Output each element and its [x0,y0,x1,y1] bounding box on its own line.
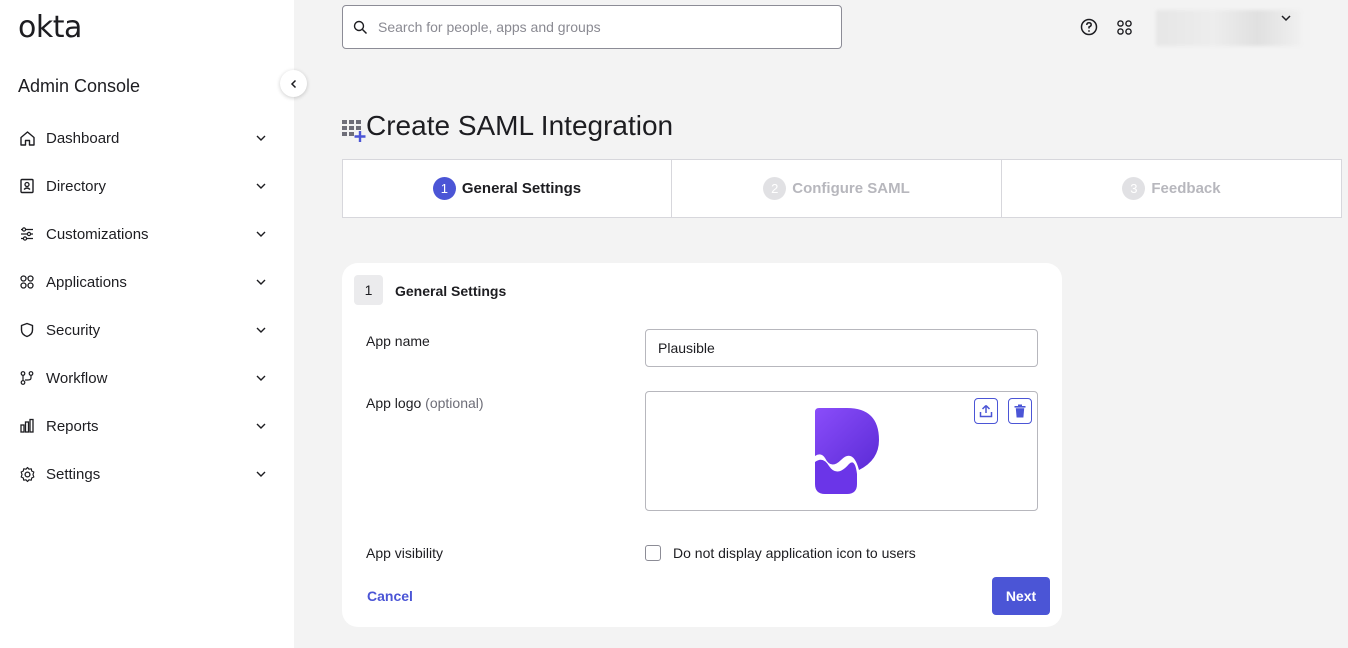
chevron-down-icon [256,375,266,381]
upload-logo-button[interactable] [974,398,998,424]
sliders-icon [18,225,36,243]
app-name-field[interactable] [645,329,1038,367]
chevron-down-icon [256,231,266,237]
apps-grid-icon [18,273,36,291]
sidebar-item-label: Security [46,321,101,339]
add-app-grid-icon [342,120,366,142]
sidebar-item-dashboard[interactable]: Dashboard [0,114,294,162]
app-logo-dropzone[interactable] [645,391,1038,511]
hide-app-icon-checkbox-label[interactable]: Do not display application icon to users [673,545,916,561]
search-input[interactable] [378,19,818,35]
okta-logo[interactable]: okta [18,10,82,45]
sidebar-item-label: Reports [46,417,99,435]
chevron-down-icon [256,423,266,429]
step-general-settings[interactable]: 1 General Settings [343,160,672,217]
app-logo-label: App logo (optional) [366,395,484,411]
sidebar-nav: Dashboard Directory Customizations Appli… [0,114,294,498]
step-label: Feedback [1151,180,1221,197]
cancel-button[interactable]: Cancel [367,588,413,604]
workflow-icon [18,369,36,387]
page-title: Create SAML Integration [366,110,674,141]
trash-icon [1014,404,1026,418]
sidebar-item-security[interactable]: Security [0,306,294,354]
step-number: 2 [763,177,787,200]
chevron-down-icon [256,279,266,285]
bar-chart-icon [18,417,36,435]
sidebar-item-label: Directory [46,177,107,195]
hide-app-icon-checkbox[interactable] [645,545,661,561]
plausible-logo [815,408,879,494]
gear-icon [18,465,36,483]
step-label: General Settings [461,180,582,197]
general-settings-card: 1 General Settings App name App logo (op… [342,263,1062,627]
sidebar-item-label: Dashboard [46,129,120,147]
console-title: Admin Console [18,76,141,96]
step-feedback[interactable]: 3 Feedback [1002,160,1341,217]
home-icon [18,129,36,147]
search-icon [353,20,368,34]
step-label: Configure SAML [792,180,910,197]
sidebar-item-directory[interactable]: Directory [0,162,294,210]
shield-icon [18,321,36,339]
collapse-sidebar-button[interactable] [280,70,307,97]
sidebar-item-settings[interactable]: Settings [0,450,294,498]
help-icon[interactable] [1079,17,1099,37]
sidebar-item-label: Customizations [46,225,149,243]
optional-hint: (optional) [425,395,484,411]
sidebar: okta Admin Console Dashboard Directory C… [0,0,294,648]
chevron-down-icon[interactable] [1279,11,1293,25]
sidebar-item-label: Applications [46,273,127,291]
sidebar-item-customizations[interactable]: Customizations [0,210,294,258]
upload-icon [979,404,993,418]
sidebar-item-label: Workflow [46,369,108,387]
next-button[interactable]: Next [992,577,1050,615]
delete-logo-button[interactable] [1008,398,1032,424]
step-number: 1 [432,177,456,200]
chevron-left-icon [290,79,296,88]
section-number: 1 [354,275,383,305]
chevron-down-icon [256,471,266,477]
chevron-down-icon [256,183,266,189]
directory-icon [18,177,36,195]
app-logo-label-text: App logo [366,395,422,411]
app-name-label: App name [366,333,430,349]
app-switcher-icon[interactable] [1114,17,1134,37]
step-configure-saml[interactable]: 2 Configure SAML [672,160,1002,217]
chevron-down-icon [256,135,266,141]
sidebar-item-reports[interactable]: Reports [0,402,294,450]
chevron-down-icon [256,327,266,333]
sidebar-item-applications[interactable]: Applications [0,258,294,306]
step-number: 3 [1122,177,1146,200]
wizard-stepper: 1 General Settings 2 Configure SAML 3 Fe… [342,159,1342,218]
app-visibility-label: App visibility [366,545,444,561]
sidebar-item-workflow[interactable]: Workflow [0,354,294,402]
section-title: General Settings [395,283,507,299]
sidebar-item-label: Settings [46,465,101,483]
search-box [342,5,842,49]
